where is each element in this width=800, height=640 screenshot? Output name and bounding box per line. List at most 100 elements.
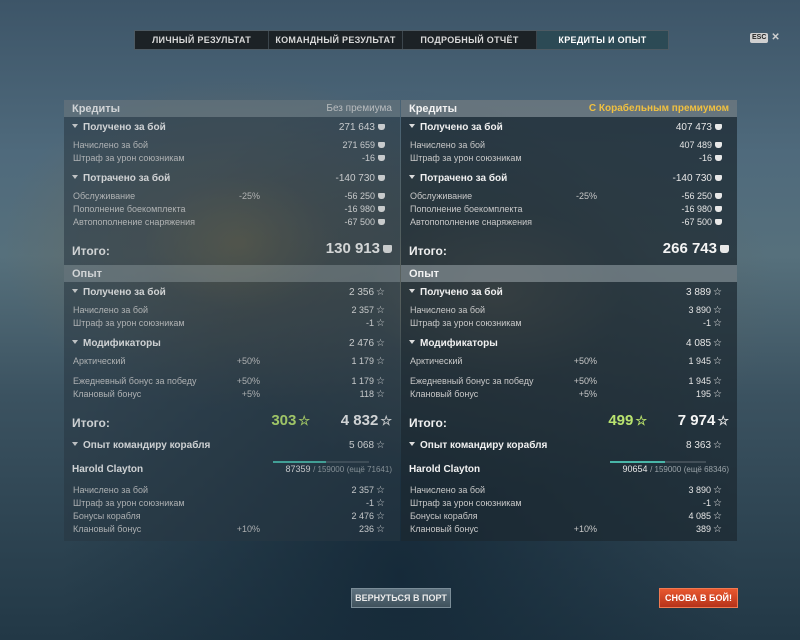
row-label: Начислено за бой xyxy=(410,140,486,150)
section-label: Модификаторы xyxy=(420,338,498,349)
modifiers-section[interactable]: Модификаторы 2 476 ☆ xyxy=(64,338,400,351)
credits-icon xyxy=(378,219,385,225)
row-value: 1 179 xyxy=(351,376,375,386)
commander-xp-left: (ещё 68346) xyxy=(683,465,729,474)
xp-penalty-row: Штраф за урон союзникам -1 ☆ xyxy=(64,318,400,331)
credits-spent-section[interactable]: Потрачено за бой -140 730 xyxy=(64,173,400,186)
commander-xp-section[interactable]: Опыт командиру корабля 8 363 ☆ xyxy=(401,440,737,453)
commander-xp-max: / 159000 xyxy=(650,465,682,474)
total-value: 130 913 xyxy=(325,240,380,257)
commander-name: Harold Clayton xyxy=(72,464,144,475)
section-label: Получено за бой xyxy=(420,122,503,133)
row-label: Бонусы корабля xyxy=(410,511,478,521)
xp-star-icon: ☆ xyxy=(713,338,722,349)
row-label: Обслуживание xyxy=(410,191,473,201)
row-percent: +5% xyxy=(241,389,260,399)
row-value: 3 890 xyxy=(688,485,712,495)
credits-earned-section[interactable]: Получено за бой 407 473 xyxy=(401,122,737,135)
row-label: Арктический xyxy=(410,356,463,366)
row-value: -1 xyxy=(703,498,712,508)
row-value: -56 250 xyxy=(681,191,712,201)
credits-icon xyxy=(715,124,722,130)
credits-spent-section[interactable]: Потрачено за бой -140 730 xyxy=(401,173,737,186)
tab-personal-result[interactable]: ЛИЧНЫЙ РЕЗУЛЬТАТ xyxy=(135,31,269,49)
row-percent: +50% xyxy=(236,356,260,366)
xp-star-icon: ☆ xyxy=(376,287,385,298)
chevron-down-icon xyxy=(72,124,78,128)
commander-penalty-row: Штраф за урон союзникам -1 ☆ xyxy=(401,498,737,511)
credits-icon xyxy=(715,206,722,212)
credits-accrued-row: Начислено за бой 271 659 xyxy=(64,140,400,153)
commander-clan-row: Клановый бонус +10% 389 ☆ xyxy=(401,524,737,537)
chevron-down-icon xyxy=(72,442,78,446)
row-label: Автопополнение снаряжения xyxy=(410,217,533,227)
credits-icon xyxy=(378,175,385,181)
credits-icon xyxy=(378,142,385,148)
total-label: Итого: xyxy=(72,244,110,258)
xp-star-icon: ☆ xyxy=(376,318,385,329)
battle-again-button[interactable]: СНОВА В БОЙ! xyxy=(659,588,738,608)
xp-star-icon: ☆ xyxy=(713,318,722,329)
tab-detailed-report[interactable]: ПОДРОБНЫЙ ОТЧЁТ xyxy=(403,31,537,49)
chevron-down-icon xyxy=(409,340,415,344)
free-xp-value: 499 xyxy=(608,412,634,429)
commander-progress-text: 90654 / 159000 (ещё 68346) xyxy=(623,464,729,474)
row-label: Штраф за урон союзникам xyxy=(73,498,185,508)
credits-total-row: Итого: 266 743 xyxy=(401,240,737,260)
credits-icon xyxy=(715,193,722,199)
return-to-port-button[interactable]: ВЕРНУТЬСЯ В ПОРТ xyxy=(351,588,451,608)
xp-star-icon: ☆ xyxy=(713,511,722,522)
row-label: Начислено за бой xyxy=(73,485,149,495)
commander-xp: 90654 xyxy=(622,464,648,474)
tab-team-result[interactable]: КОМАНДНЫЙ РЕЗУЛЬТАТ xyxy=(269,31,403,49)
xp-total-row: Итого: 303 ☆ 4 832 ☆ xyxy=(64,412,400,432)
commander-progress-fill xyxy=(273,461,326,463)
xp-star-icon: ☆ xyxy=(376,356,385,367)
commander-xp-section[interactable]: Опыт командиру корабля 5 068 ☆ xyxy=(64,440,400,453)
xp-star-icon: ☆ xyxy=(713,498,722,509)
row-value: -16 xyxy=(698,153,712,163)
xp-star-icon: ☆ xyxy=(717,413,729,428)
section-label: Потрачено за бой xyxy=(83,173,171,184)
row-value: -16 xyxy=(361,153,375,163)
chevron-down-icon xyxy=(409,175,415,179)
modifiers-section[interactable]: Модификаторы 4 085 ☆ xyxy=(401,338,737,351)
xp-title: Опыт xyxy=(72,267,102,280)
section-label: Получено за бой xyxy=(420,287,503,298)
credits-title: Кредиты xyxy=(409,102,458,115)
xp-star-icon: ☆ xyxy=(376,389,385,400)
row-label: Штраф за урон союзникам xyxy=(410,498,522,508)
credits-accrued-row: Начислено за бой 407 489 xyxy=(401,140,737,153)
xp-star-icon: ☆ xyxy=(713,305,722,316)
close-button[interactable]: ESC ✕ xyxy=(750,33,780,43)
panel-ship-premium: Кредиты С Корабельным премиумом Получено… xyxy=(401,100,737,541)
xp-header: Опыт xyxy=(401,265,737,282)
xp-earned-section[interactable]: Получено за бой 3 889 ☆ xyxy=(401,287,737,300)
total-value: 4 832 xyxy=(340,412,379,429)
row-label: Начислено за бой xyxy=(73,140,149,150)
section-value: 2 356 xyxy=(349,287,375,298)
credits-earned-section[interactable]: Получено за бой 271 643 xyxy=(64,122,400,135)
section-label: Получено за бой xyxy=(83,287,166,298)
xp-star-icon: ☆ xyxy=(376,440,385,451)
commander-progress-fill xyxy=(610,461,665,463)
close-icon[interactable]: ✕ xyxy=(771,33,779,43)
section-label: Опыт командиру корабля xyxy=(420,440,548,451)
xp-star-icon: ☆ xyxy=(376,524,385,535)
row-label: Ежедневный бонус за победу xyxy=(410,376,534,386)
credits-icon xyxy=(715,142,722,148)
row-value: 389 xyxy=(696,524,712,534)
row-value: -67 500 xyxy=(344,217,375,227)
xp-star-icon: ☆ xyxy=(713,376,722,387)
xp-earned-section[interactable]: Получено за бой 2 356 ☆ xyxy=(64,287,400,300)
commander-xp: 87359 xyxy=(285,464,311,474)
row-label: Пополнение боекомплекта xyxy=(410,204,523,214)
tab-credits-and-xp[interactable]: КРЕДИТЫ И ОПЫТ xyxy=(537,31,668,49)
row-percent: +10% xyxy=(573,524,597,534)
xp-accrued-row: Начислено за бой 3 890 ☆ xyxy=(401,305,737,318)
ammo-row: Пополнение боекомплекта -16 980 xyxy=(64,204,400,217)
section-value: 407 473 xyxy=(675,122,712,133)
row-percent: +5% xyxy=(578,389,597,399)
xp-penalty-row: Штраф за урон союзникам -1 ☆ xyxy=(401,318,737,331)
row-value: 1 945 xyxy=(688,356,712,366)
